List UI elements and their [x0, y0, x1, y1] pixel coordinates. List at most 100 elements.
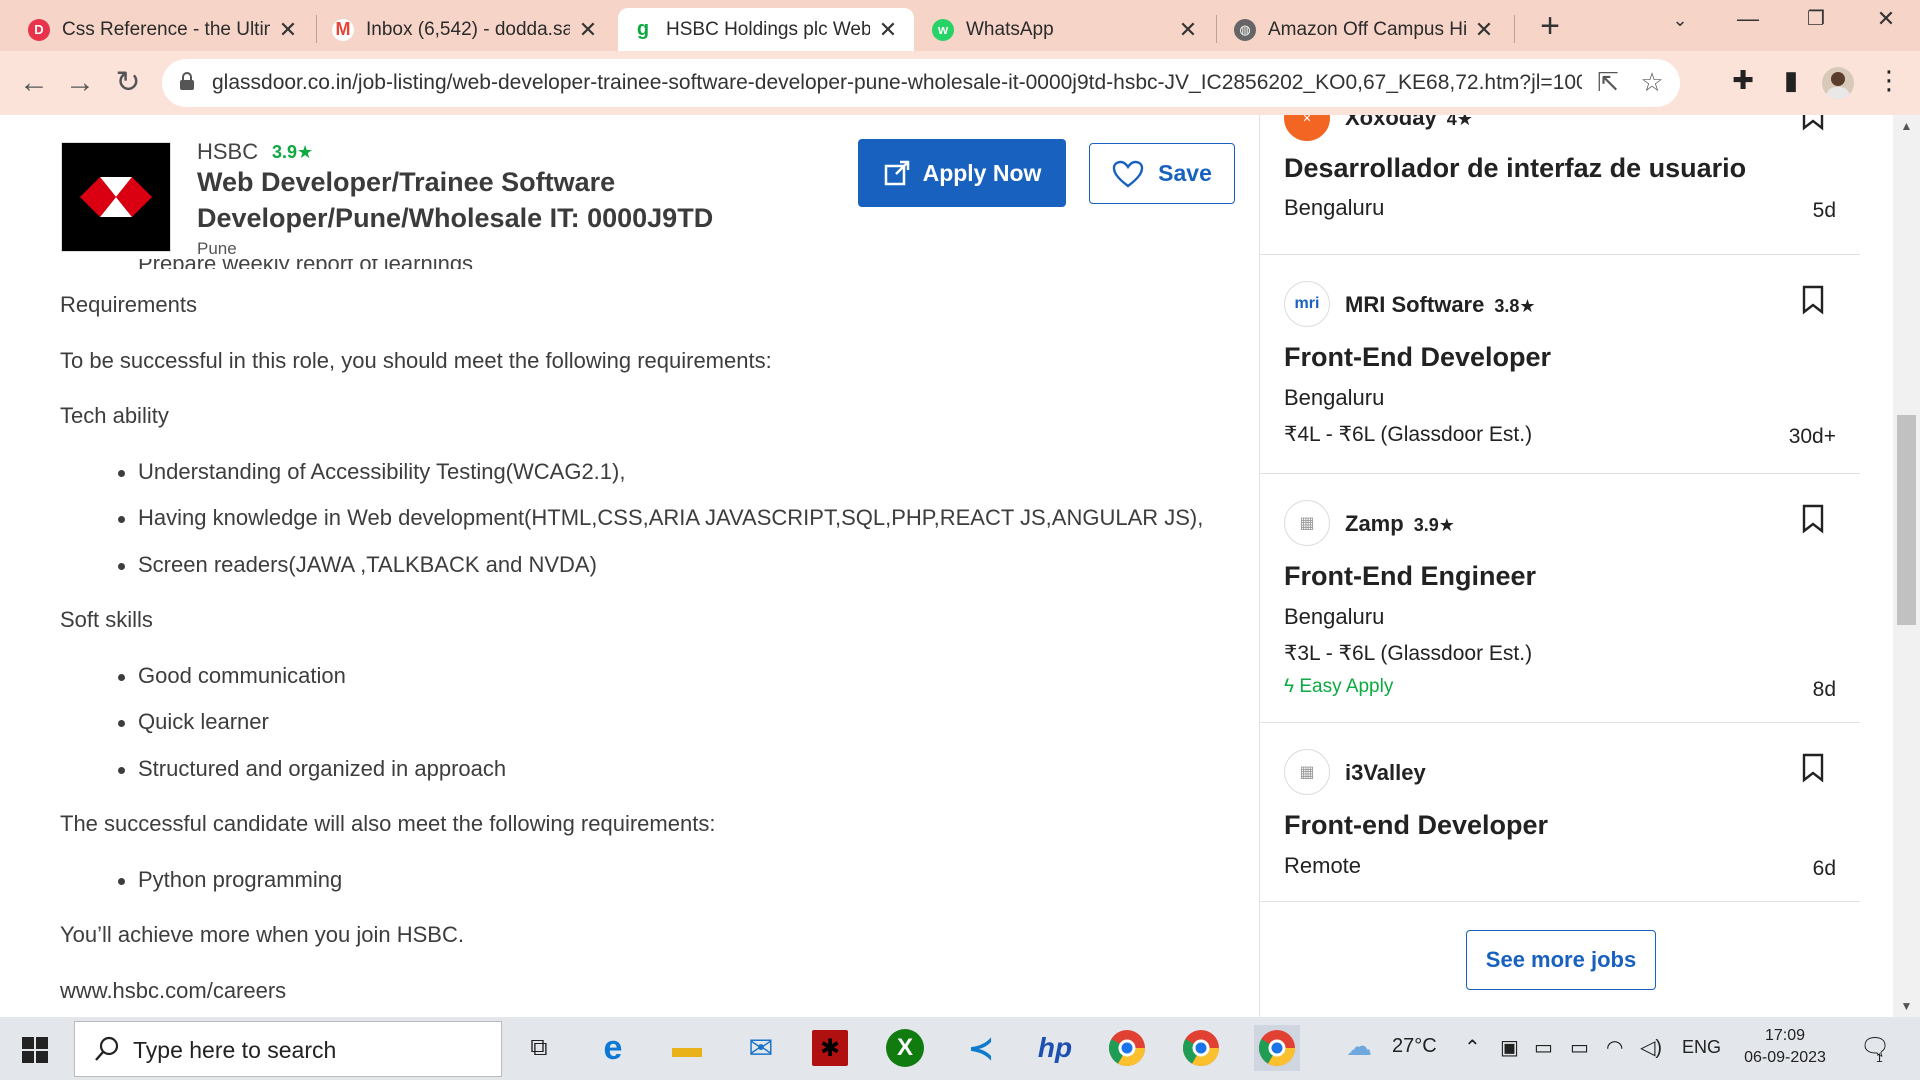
app-icon[interactable]: ✱	[812, 1030, 848, 1066]
browser-toolbar: ← → ↻ glassdoor.co.in/job-listing/web-de…	[0, 51, 1920, 115]
windows-start-icon[interactable]	[22, 1037, 48, 1063]
mri-software-logo: mri	[1284, 281, 1330, 327]
bookmark-icon[interactable]	[1802, 285, 1824, 315]
xbox-icon[interactable]: X	[886, 1029, 924, 1067]
achieve-text: You’ll achieve more when you join HSBC.	[60, 922, 464, 947]
weather-temp[interactable]: 27°C	[1392, 1035, 1437, 1058]
bookmark-star-icon[interactable]: ☆	[1636, 67, 1668, 99]
also-meet-text: The successful candidate will also meet …	[60, 811, 716, 836]
external-link-icon	[884, 160, 909, 186]
save-label: Save	[1158, 160, 1212, 186]
page-scrollbar[interactable]: ▲ ▼	[1893, 115, 1920, 1017]
more-menu-icon[interactable]: ⋮	[1872, 65, 1906, 99]
meet-now-icon[interactable]: ▣	[1500, 1035, 1519, 1060]
task-view-icon[interactable]: ⧉	[518, 1027, 560, 1069]
job-card-title[interactable]: Front-End Developer	[1284, 342, 1551, 373]
side-panel-icon[interactable]: ▮	[1774, 65, 1808, 99]
similar-jobs-list: ✕ Xoxoday 4★ Desarrollador de interfaz de…	[1260, 115, 1860, 1017]
tab-whatsapp[interactable]: w WhatsApp ✕	[918, 8, 1214, 51]
job-card-location: Bengaluru	[1284, 385, 1385, 410]
share-icon[interactable]: ⇱	[1592, 67, 1624, 99]
tab-hsbc-glassdoor[interactable]: g HSBC Holdings plc Web D ✕	[618, 8, 914, 51]
tab-bar: D Css Reference - the Ultima ✕ M Inbox (…	[0, 0, 1920, 51]
back-arrow-icon[interactable]: ←	[14, 63, 54, 103]
job-card[interactable]: mri MRI Software 3.8★ Front-End Developer…	[1260, 255, 1860, 474]
profile-avatar[interactable]	[1822, 67, 1854, 99]
bookmark-icon[interactable]	[1802, 115, 1824, 131]
list-item: Python programming	[118, 867, 342, 893]
chrome-profile-icon[interactable]	[1180, 1027, 1222, 1069]
tab-title: HSBC Holdings plc Web D	[666, 18, 870, 40]
url-text[interactable]: glassdoor.co.in/job-listing/web-develope…	[212, 71, 1582, 95]
tab-separator	[316, 15, 317, 43]
close-icon[interactable]: ✕	[576, 17, 600, 43]
wifi-icon[interactable]: ◠	[1606, 1035, 1623, 1060]
minimize-icon[interactable]: —	[1728, 6, 1768, 36]
job-card[interactable]: ✕ Xoxoday 4★ Desarrollador de interfaz de…	[1260, 115, 1860, 255]
volume-icon[interactable]: ◁)	[1640, 1035, 1662, 1060]
company-name[interactable]: HSBC	[197, 139, 258, 165]
bookmark-icon[interactable]	[1802, 504, 1824, 534]
careers-link[interactable]: www.hsbc.com/careers	[60, 978, 286, 1004]
job-card-title[interactable]: Desarrollador de interfaz de usuario	[1284, 153, 1746, 184]
job-card-company: MRI Software 3.8★	[1345, 292, 1536, 317]
notification-count: 1	[1876, 1051, 1883, 1065]
search-icon	[95, 1036, 119, 1061]
forward-arrow-icon[interactable]: →	[60, 63, 100, 103]
edge-browser-icon[interactable]: e	[592, 1027, 634, 1069]
chrome-active-icon[interactable]	[1254, 1025, 1300, 1071]
chrome-profile-icon[interactable]	[1106, 1027, 1148, 1069]
tab-search-chevron-icon[interactable]: ⌄	[1660, 10, 1700, 40]
system-clock[interactable]: 17:09 06-09-2023	[1732, 1025, 1838, 1069]
job-card[interactable]: ▦ i3Valley Front-end Developer Remote 6d	[1260, 723, 1860, 902]
job-card-age: 5d	[1812, 199, 1836, 222]
soft-skills-heading: Soft skills	[60, 607, 153, 632]
glassdoor-icon: g	[632, 18, 654, 41]
mail-icon[interactable]: ✉	[740, 1027, 782, 1069]
taskbar-search-box[interactable]: Type here to search	[74, 1021, 502, 1077]
battery-icon[interactable]: ▭	[1570, 1035, 1589, 1060]
job-header: HSBC 3.9★ Web Developer/Trainee Software…	[0, 115, 1259, 259]
lock-icon[interactable]	[180, 72, 194, 90]
job-card[interactable]: ▦ Zamp 3.9★ Front-End Engineer Bengaluru …	[1260, 474, 1860, 723]
close-icon[interactable]: ✕	[876, 17, 900, 43]
restore-icon[interactable]: ❐	[1796, 6, 1836, 36]
scroll-thumb[interactable]	[1897, 415, 1916, 625]
address-bar[interactable]: glassdoor.co.in/job-listing/web-develope…	[162, 59, 1680, 107]
see-more-jobs-button[interactable]: See more jobs	[1466, 930, 1656, 990]
job-card-title[interactable]: Front-end Developer	[1284, 810, 1548, 841]
new-tab-plus-icon[interactable]: +	[1536, 8, 1564, 44]
windows-taskbar: Type here to search ⧉ e ▬ ✉ ✱ X ≺ hp ☁ 2…	[0, 1017, 1920, 1080]
bookmark-icon[interactable]	[1802, 753, 1824, 783]
hsbc-logo	[61, 142, 171, 252]
close-icon[interactable]: ✕	[276, 17, 300, 43]
tab-gmail-inbox[interactable]: M Inbox (6,542) - dodda.sait ✕	[318, 8, 614, 51]
save-button[interactable]: Save	[1089, 143, 1235, 204]
vscode-icon[interactable]: ≺	[960, 1027, 1002, 1069]
tray-chevron-up-icon[interactable]: ⌃	[1464, 1035, 1481, 1060]
tab-amazon-hiring[interactable]: ◍ Amazon Off Campus Hirin ✕	[1220, 8, 1510, 51]
window-close-icon[interactable]: ✕	[1866, 6, 1906, 36]
clock-date: 06-09-2023	[1744, 1049, 1826, 1066]
cloud-weather-icon[interactable]: ☁	[1346, 1031, 1372, 1062]
tab-css-reference[interactable]: D Css Reference - the Ultima ✕	[14, 8, 314, 51]
scroll-down-arrow-icon[interactable]: ▼	[1893, 995, 1920, 1017]
close-icon[interactable]: ✕	[1472, 17, 1496, 43]
building-icon: ▦	[1284, 500, 1330, 546]
apply-now-button[interactable]: Apply Now	[858, 139, 1066, 207]
hp-icon[interactable]: hp	[1034, 1027, 1076, 1069]
language-indicator[interactable]: ENG	[1682, 1037, 1721, 1058]
scroll-up-arrow-icon[interactable]: ▲	[1893, 115, 1920, 137]
job-card-title[interactable]: Front-End Engineer	[1284, 561, 1536, 592]
tech-ability-heading: Tech ability	[60, 403, 169, 428]
screen-icon[interactable]: ▭	[1534, 1035, 1553, 1060]
easy-apply-badge: ϟ Easy Apply	[1284, 676, 1394, 697]
tab-title: WhatsApp	[966, 18, 1054, 40]
lightning-icon: ϟ	[1284, 676, 1300, 697]
extensions-puzzle-icon[interactable]: ✚	[1726, 65, 1760, 99]
close-icon[interactable]: ✕	[1176, 17, 1200, 43]
list-item: Having knowledge in Web development(HTML…	[118, 505, 1203, 531]
file-explorer-icon[interactable]: ▬	[666, 1027, 708, 1069]
list-item: Good communication	[118, 663, 346, 689]
reload-icon[interactable]: ↻	[108, 63, 148, 103]
